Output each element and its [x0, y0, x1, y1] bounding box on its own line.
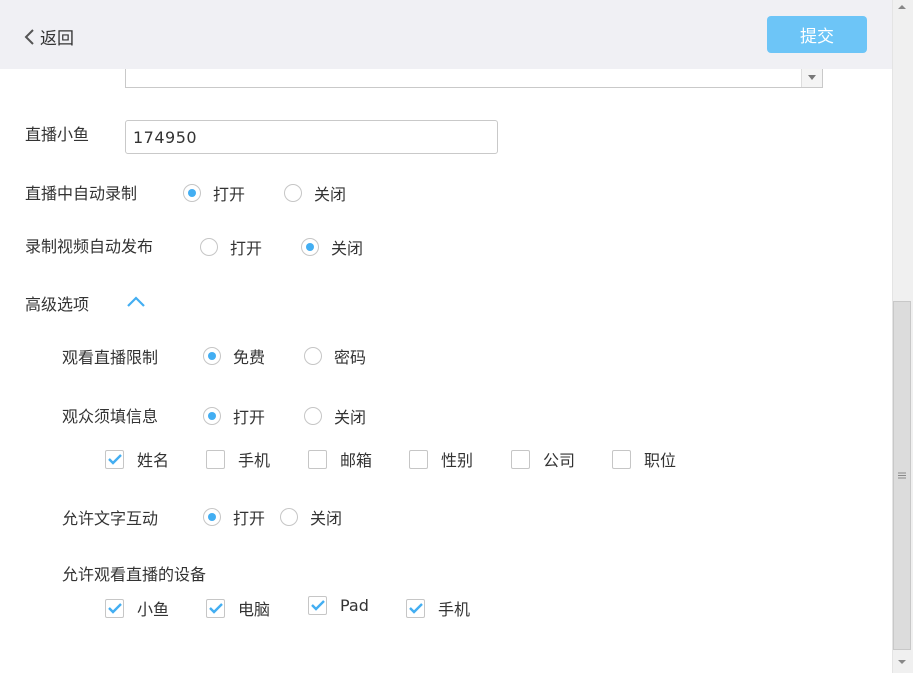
field-name-checkbox[interactable]: 姓名	[105, 447, 169, 471]
checkbox-box	[206, 449, 225, 469]
checkbox-label: 邮箱	[340, 451, 373, 470]
checkbox-label: 公司	[543, 451, 576, 470]
back-label: 返回	[40, 29, 74, 49]
radio-circle	[280, 508, 298, 526]
grip-icon	[898, 472, 906, 479]
auto-record-on-radio[interactable]: 打开	[183, 181, 245, 205]
checkbox-label: 性别	[441, 451, 474, 470]
radio-circle	[200, 238, 218, 256]
radio-circle	[203, 407, 221, 425]
checkbox-box	[206, 598, 225, 618]
radio-circle	[301, 238, 319, 256]
checkmark-icon	[108, 602, 122, 614]
watch-password-radio[interactable]: 密码	[304, 344, 366, 368]
checkmark-icon	[209, 602, 223, 614]
caret-down-icon	[808, 75, 816, 80]
checkbox-box	[511, 449, 530, 469]
radio-label: 免费	[233, 348, 266, 367]
checkbox-box	[409, 449, 428, 469]
devices-label: 允许观看直播的设备	[62, 565, 207, 584]
field-phone-checkbox[interactable]: 手机	[206, 447, 270, 471]
checkbox-box	[612, 449, 631, 469]
checkbox-label: 小鱼	[137, 600, 170, 619]
fish-label: 直播小鱼	[25, 125, 90, 144]
radio-label: 打开	[213, 185, 246, 204]
field-company-checkbox[interactable]: 公司	[511, 447, 575, 471]
audience-info-on-radio[interactable]: 打开	[203, 404, 265, 428]
checkbox-box	[406, 598, 425, 618]
radio-circle	[304, 407, 322, 425]
chevron-left-icon	[24, 28, 34, 45]
back-button[interactable]: 返回	[24, 24, 74, 49]
audience-info-off-radio[interactable]: 关闭	[304, 404, 366, 428]
radio-label: 关闭	[334, 408, 367, 427]
radio-label: 关闭	[314, 185, 347, 204]
radio-label: 打开	[233, 408, 266, 427]
auto-record-label: 直播中自动录制	[25, 184, 138, 203]
checkbox-label: 姓名	[137, 451, 170, 470]
auto-publish-label: 录制视频自动发布	[25, 237, 154, 256]
advanced-toggle-button[interactable]	[126, 293, 146, 307]
device-phone-checkbox[interactable]: 手机	[406, 596, 470, 620]
watch-limit-label: 观看直播限制	[62, 348, 159, 367]
field-email-checkbox[interactable]: 邮箱	[308, 447, 372, 471]
checkbox-label: 电脑	[238, 600, 271, 619]
text-interaction-on-radio[interactable]: 打开	[203, 505, 265, 529]
advanced-label: 高级选项	[25, 295, 90, 314]
scroll-down-arrow-icon[interactable]	[896, 657, 908, 667]
checkbox-box	[308, 449, 327, 469]
checkbox-box	[105, 449, 124, 469]
audience-info-label: 观众须填信息	[62, 407, 159, 426]
checkmark-icon	[311, 600, 325, 611]
radio-circle	[183, 184, 201, 202]
radio-circle	[284, 184, 302, 202]
device-pad-checkbox[interactable]: Pad	[308, 596, 369, 615]
radio-label: 打开	[230, 239, 263, 258]
checkbox-label: 手机	[238, 451, 271, 470]
chevron-up-icon	[127, 296, 145, 307]
header-bar: 返回 提交	[0, 0, 892, 69]
radio-label: 关闭	[331, 239, 364, 258]
checkmark-icon	[409, 602, 423, 614]
text-interaction-off-radio[interactable]: 关闭	[280, 505, 342, 529]
watch-free-radio[interactable]: 免费	[203, 344, 265, 368]
checkbox-label: Pad	[340, 596, 369, 615]
field-gender-checkbox[interactable]: 性别	[409, 447, 473, 471]
auto-record-off-radio[interactable]: 关闭	[284, 181, 346, 205]
checkbox-box	[105, 598, 124, 618]
auto-publish-on-radio[interactable]: 打开	[200, 235, 262, 259]
radio-label: 关闭	[310, 509, 343, 528]
checkbox-label: 手机	[438, 600, 471, 619]
radio-label: 密码	[334, 348, 367, 367]
checkbox-label: 职位	[644, 451, 677, 470]
form-page: 返回 提交 直播小鱼 174950 直播中自动录制 打开 关闭 录制视频自动发布…	[0, 0, 913, 673]
fish-input[interactable]: 174950	[125, 120, 498, 154]
auto-publish-off-radio[interactable]: 关闭	[301, 235, 363, 259]
device-fish-checkbox[interactable]: 小鱼	[105, 596, 169, 620]
radio-label: 打开	[233, 509, 266, 528]
device-pc-checkbox[interactable]: 电脑	[206, 596, 270, 620]
field-position-checkbox[interactable]: 职位	[612, 447, 676, 471]
radio-circle	[203, 508, 221, 526]
radio-circle	[304, 347, 322, 365]
dropdown-button[interactable]	[801, 69, 822, 87]
radio-circle	[203, 347, 221, 365]
submit-button[interactable]: 提交	[767, 16, 867, 53]
checkmark-icon	[108, 453, 122, 465]
scroll-up-arrow-icon[interactable]	[896, 2, 908, 12]
select-field[interactable]	[125, 69, 823, 88]
text-interaction-label: 允许文字互动	[62, 509, 159, 528]
checkbox-box	[308, 596, 327, 615]
